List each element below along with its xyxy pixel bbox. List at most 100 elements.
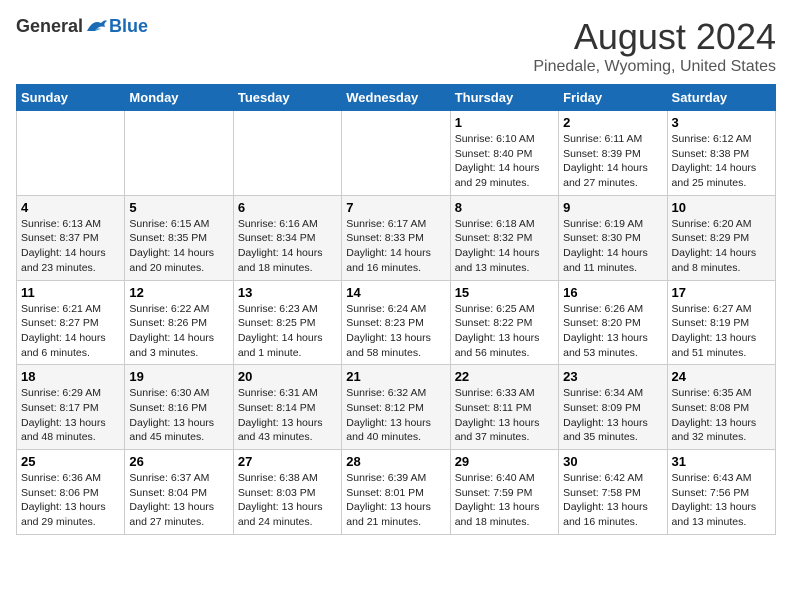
calendar-cell: 6Sunrise: 6:16 AM Sunset: 8:34 PM Daylig… [233, 195, 341, 280]
day-info: Sunrise: 6:39 AM Sunset: 8:01 PM Dayligh… [346, 471, 445, 530]
day-info: Sunrise: 6:31 AM Sunset: 8:14 PM Dayligh… [238, 386, 337, 445]
calendar-cell: 16 Sunrise: 6:26 AM Sunset: 8:20 PM Dayli… [559, 280, 667, 365]
calendar-cell: 31 Sunrise: 6:43 AM Sunset: 7:56 PM Dayli… [667, 450, 775, 535]
day-number: 25 [21, 454, 120, 469]
calendar-cell: 1 Sunrise: 6:10 AM Sunset: 8:40 PM Daylig… [450, 111, 558, 196]
calendar-cell: 26 Sunrise: 6:37 AM Sunset: 8:04 PM Dayli… [125, 450, 233, 535]
day-info: Sunrise: 6:33 AM Sunset: 8:11 PM Dayligh… [455, 386, 554, 445]
calendar-cell: 20 Sunrise: 6:31 AM Sunset: 8:14 PM Dayli… [233, 365, 341, 450]
day-number: 13 [238, 285, 337, 300]
calendar-cell: 10 Sunrise: 6:20 AM Sunset: 8:29 PM Dayli… [667, 195, 775, 280]
calendar-cell: 8Sunrise: 6:18 AM Sunset: 8:32 PM Daylig… [450, 195, 558, 280]
day-number: 17 [672, 285, 771, 300]
day-info: Sunrise: 6:27 AM Sunset: 8:19 PM Dayligh… [672, 302, 771, 361]
calendar-cell: 23 Sunrise: 6:34 AM Sunset: 8:09 PM Dayli… [559, 365, 667, 450]
day-info: Sunrise: 6:26 AM Sunset: 8:20 PM Dayligh… [563, 302, 662, 361]
day-number: 22 [455, 369, 554, 384]
day-info: Sunrise: 6:17 AM Sunset: 8:33 PM Dayligh… [346, 217, 445, 276]
day-number: 9 [563, 200, 662, 215]
day-info: Sunrise: 6:12 AM Sunset: 8:38 PM Dayligh… [672, 132, 771, 191]
day-info: Sunrise: 6:30 AM Sunset: 8:16 PM Dayligh… [129, 386, 228, 445]
day-info: Sunrise: 6:36 AM Sunset: 8:06 PM Dayligh… [21, 471, 120, 530]
logo-blue: Blue [109, 16, 148, 37]
day-number: 24 [672, 369, 771, 384]
day-info: Sunrise: 6:43 AM Sunset: 7:56 PM Dayligh… [672, 471, 771, 530]
day-number: 12 [129, 285, 228, 300]
page-header: General Blue August 2024 Pinedale, Wyomi… [16, 16, 776, 76]
calendar-cell: 12Sunrise: 6:22 AM Sunset: 8:26 PM Dayli… [125, 280, 233, 365]
calendar-cell: 21 Sunrise: 6:32 AM Sunset: 8:12 PM Dayli… [342, 365, 450, 450]
calendar-cell: 25 Sunrise: 6:36 AM Sunset: 8:06 PM Dayli… [17, 450, 125, 535]
calendar-cell [17, 111, 125, 196]
logo: General Blue [16, 16, 148, 37]
day-info: Sunrise: 6:24 AM Sunset: 8:23 PM Dayligh… [346, 302, 445, 361]
day-number: 7 [346, 200, 445, 215]
calendar-table: SundayMondayTuesdayWednesdayThursdayFrid… [16, 84, 776, 535]
day-info: Sunrise: 6:38 AM Sunset: 8:03 PM Dayligh… [238, 471, 337, 530]
calendar-cell: 3Sunrise: 6:12 AM Sunset: 8:38 PM Daylig… [667, 111, 775, 196]
calendar-cell: 28 Sunrise: 6:39 AM Sunset: 8:01 PM Dayli… [342, 450, 450, 535]
day-number: 23 [563, 369, 662, 384]
day-info: Sunrise: 6:20 AM Sunset: 8:29 PM Dayligh… [672, 217, 771, 276]
day-info: Sunrise: 6:21 AM Sunset: 8:27 PM Dayligh… [21, 302, 120, 361]
day-number: 11 [21, 285, 120, 300]
day-number: 4 [21, 200, 120, 215]
day-number: 21 [346, 369, 445, 384]
title-block: August 2024 Pinedale, Wyoming, United St… [533, 16, 776, 76]
day-number: 1 [455, 115, 554, 130]
day-number: 30 [563, 454, 662, 469]
day-number: 5 [129, 200, 228, 215]
calendar-week-1: 1 Sunrise: 6:10 AM Sunset: 8:40 PM Daylig… [17, 111, 776, 196]
day-info: Sunrise: 6:34 AM Sunset: 8:09 PM Dayligh… [563, 386, 662, 445]
calendar-cell: 30Sunrise: 6:42 AM Sunset: 7:58 PM Dayli… [559, 450, 667, 535]
calendar-cell: 13 Sunrise: 6:23 AM Sunset: 8:25 PM Dayli… [233, 280, 341, 365]
day-info: Sunrise: 6:23 AM Sunset: 8:25 PM Dayligh… [238, 302, 337, 361]
day-info: Sunrise: 6:11 AM Sunset: 8:39 PM Dayligh… [563, 132, 662, 191]
day-number: 26 [129, 454, 228, 469]
day-info: Sunrise: 6:29 AM Sunset: 8:17 PM Dayligh… [21, 386, 120, 445]
day-number: 6 [238, 200, 337, 215]
calendar-cell [125, 111, 233, 196]
calendar-cell: 18Sunrise: 6:29 AM Sunset: 8:17 PM Dayli… [17, 365, 125, 450]
calendar-cell: 17 Sunrise: 6:27 AM Sunset: 8:19 PM Dayli… [667, 280, 775, 365]
calendar-cell: 24Sunrise: 6:35 AM Sunset: 8:08 PM Dayli… [667, 365, 775, 450]
day-info: Sunrise: 6:15 AM Sunset: 8:35 PM Dayligh… [129, 217, 228, 276]
calendar-week-3: 11 Sunrise: 6:21 AM Sunset: 8:27 PM Dayli… [17, 280, 776, 365]
day-info: Sunrise: 6:10 AM Sunset: 8:40 PM Dayligh… [455, 132, 554, 191]
day-info: Sunrise: 6:37 AM Sunset: 8:04 PM Dayligh… [129, 471, 228, 530]
calendar-cell: 7 Sunrise: 6:17 AM Sunset: 8:33 PM Daylig… [342, 195, 450, 280]
day-number: 16 [563, 285, 662, 300]
calendar-cell: 19 Sunrise: 6:30 AM Sunset: 8:16 PM Dayli… [125, 365, 233, 450]
calendar-week-4: 18Sunrise: 6:29 AM Sunset: 8:17 PM Dayli… [17, 365, 776, 450]
calendar-week-2: 4Sunrise: 6:13 AM Sunset: 8:37 PM Daylig… [17, 195, 776, 280]
logo-bird-icon [85, 17, 109, 37]
calendar-cell: 15 Sunrise: 6:25 AM Sunset: 8:22 PM Dayli… [450, 280, 558, 365]
calendar-cell [342, 111, 450, 196]
day-number: 14 [346, 285, 445, 300]
weekday-header-wednesday: Wednesday [342, 85, 450, 111]
day-number: 31 [672, 454, 771, 469]
day-number: 19 [129, 369, 228, 384]
day-number: 20 [238, 369, 337, 384]
day-info: Sunrise: 6:19 AM Sunset: 8:30 PM Dayligh… [563, 217, 662, 276]
day-info: Sunrise: 6:25 AM Sunset: 8:22 PM Dayligh… [455, 302, 554, 361]
calendar-cell: 14 Sunrise: 6:24 AM Sunset: 8:23 PM Dayli… [342, 280, 450, 365]
calendar-title: August 2024 [533, 16, 776, 58]
day-number: 15 [455, 285, 554, 300]
day-number: 28 [346, 454, 445, 469]
calendar-cell: 27Sunrise: 6:38 AM Sunset: 8:03 PM Dayli… [233, 450, 341, 535]
calendar-week-5: 25 Sunrise: 6:36 AM Sunset: 8:06 PM Dayli… [17, 450, 776, 535]
calendar-cell: 9 Sunrise: 6:19 AM Sunset: 8:30 PM Daylig… [559, 195, 667, 280]
weekday-header-sunday: Sunday [17, 85, 125, 111]
day-number: 10 [672, 200, 771, 215]
logo-general: General [16, 16, 83, 37]
calendar-subtitle: Pinedale, Wyoming, United States [533, 58, 776, 76]
day-info: Sunrise: 6:40 AM Sunset: 7:59 PM Dayligh… [455, 471, 554, 530]
calendar-cell: 29Sunrise: 6:40 AM Sunset: 7:59 PM Dayli… [450, 450, 558, 535]
day-info: Sunrise: 6:18 AM Sunset: 8:32 PM Dayligh… [455, 217, 554, 276]
calendar-cell: 11 Sunrise: 6:21 AM Sunset: 8:27 PM Dayli… [17, 280, 125, 365]
calendar-cell: 4Sunrise: 6:13 AM Sunset: 8:37 PM Daylig… [17, 195, 125, 280]
weekday-header-thursday: Thursday [450, 85, 558, 111]
calendar-cell: 2Sunrise: 6:11 AM Sunset: 8:39 PM Daylig… [559, 111, 667, 196]
day-info: Sunrise: 6:32 AM Sunset: 8:12 PM Dayligh… [346, 386, 445, 445]
